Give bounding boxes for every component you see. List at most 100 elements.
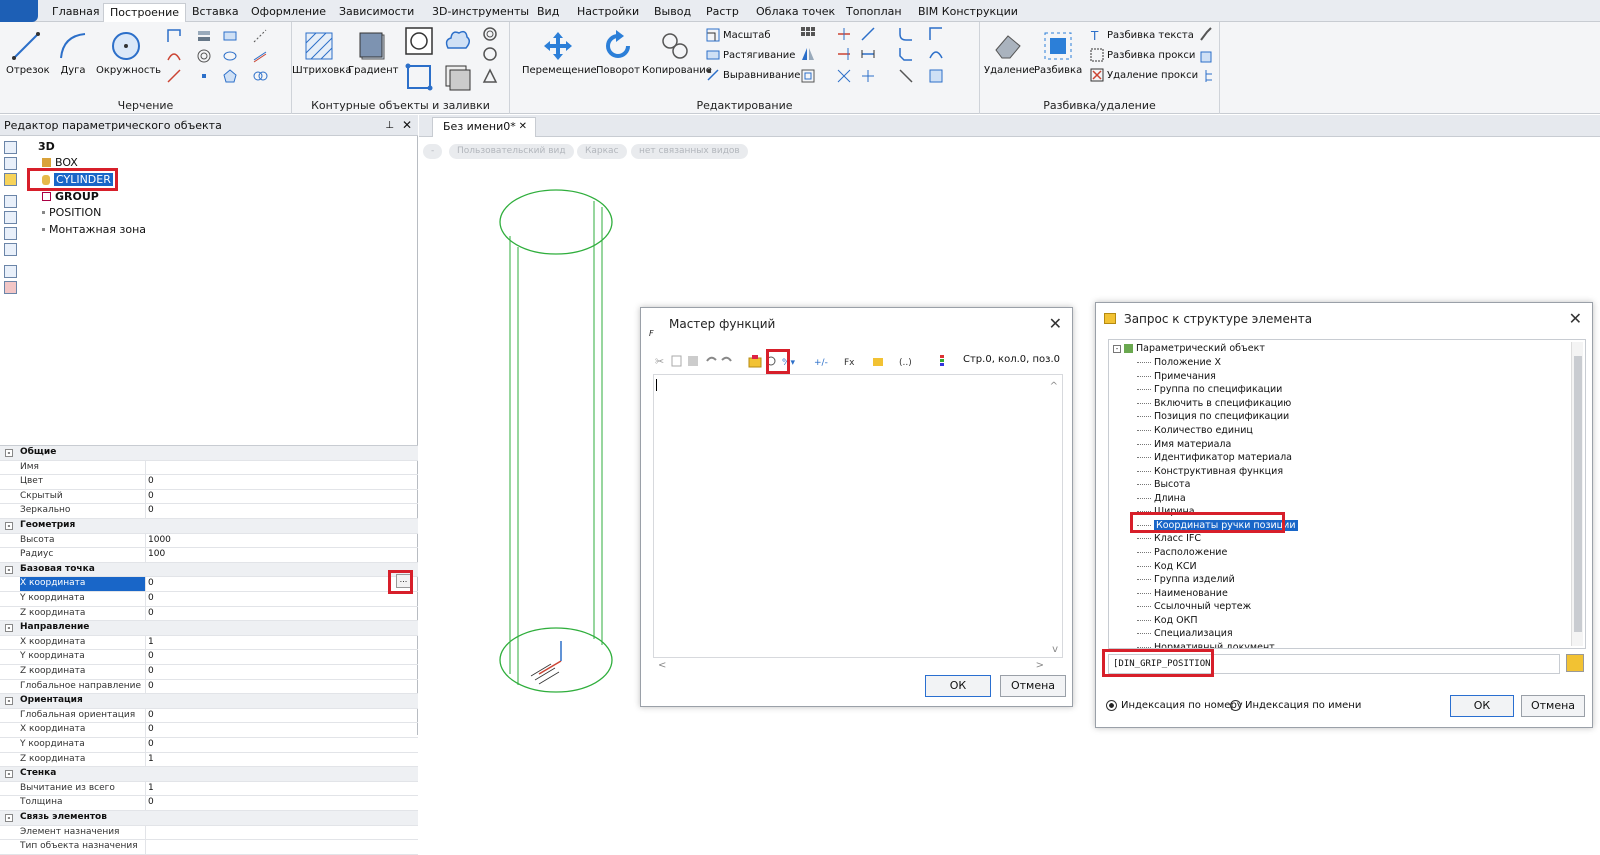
scale-button[interactable]: Масштаб: [706, 28, 771, 42]
structure-tree-item[interactable]: Код КСИ: [1137, 559, 1197, 573]
ray-icon[interactable]: [166, 68, 182, 84]
ellipse-icon[interactable]: [222, 48, 238, 64]
property-row[interactable]: Глобальное направление 0: [0, 679, 418, 695]
edit-polyline-icon[interactable]: [928, 26, 944, 42]
structure-tree-item[interactable]: Имя материала: [1137, 437, 1231, 451]
property-row[interactable]: Имя: [0, 460, 418, 476]
property-row[interactable]: Z координата 0: [0, 606, 418, 622]
tab-raster[interactable]: Растр: [700, 3, 745, 22]
scroll-up-icon[interactable]: ^: [1050, 381, 1058, 392]
property-value[interactable]: 100: [148, 548, 410, 562]
line-button[interactable]: Отрезок: [6, 30, 50, 76]
object-menu-icon[interactable]: [871, 353, 887, 369]
structure-tree-item[interactable]: Координаты ручки позиции: [1137, 519, 1298, 533]
structure-tree-item[interactable]: Класс IFC: [1137, 532, 1201, 546]
property-value[interactable]: 0: [148, 577, 410, 591]
cloud-icon[interactable]: [442, 26, 472, 56]
tree-root[interactable]: - Параметрический объект: [1113, 342, 1265, 356]
cut-icon[interactable]: ✂: [653, 353, 669, 369]
purge-icon[interactable]: [1198, 48, 1214, 64]
mirror-icon[interactable]: [800, 46, 816, 62]
property-value[interactable]: 1: [148, 782, 410, 796]
delete-button[interactable]: Удаление: [984, 30, 1035, 76]
tab-view[interactable]: Вид: [531, 3, 565, 22]
property-value[interactable]: 0: [148, 504, 410, 518]
tree-item-mounting-zone[interactable]: Монтажная зона: [42, 223, 146, 236]
bracket-menu-icon[interactable]: (..): [899, 353, 915, 369]
polyline-icon[interactable]: [166, 28, 182, 44]
distribute-icon[interactable]: [860, 68, 876, 84]
structure-tree-item[interactable]: Высота: [1137, 478, 1190, 492]
dimension-y-icon[interactable]: [4, 211, 17, 224]
trim-icon[interactable]: [836, 26, 852, 42]
property-row[interactable]: Тип объекта назначения: [0, 840, 418, 855]
property-value[interactable]: 0: [148, 490, 410, 504]
close-icon[interactable]: ✕: [1049, 314, 1062, 333]
tab-output[interactable]: Вывод: [648, 3, 697, 22]
view-pill-wireframe[interactable]: Каркас: [577, 144, 627, 159]
scroll-down-icon[interactable]: v: [1052, 644, 1058, 655]
property-value[interactable]: [148, 840, 410, 854]
operator-icon[interactable]: +/-: [813, 353, 829, 369]
property-category[interactable]: - Ориентация: [0, 694, 418, 709]
ring-icon[interactable]: [482, 26, 498, 42]
explode-text-button[interactable]: T Разбивка текста: [1090, 28, 1194, 42]
property-row[interactable]: Y координата 0: [0, 592, 418, 607]
structure-tree-item[interactable]: Специализация: [1137, 627, 1233, 641]
delete-proxy-button[interactable]: Удаление прокси: [1090, 68, 1198, 82]
property-row[interactable]: Цвет 0: [0, 475, 418, 490]
property-row[interactable]: X координата 0: [0, 723, 418, 738]
structure-tree-item[interactable]: Длина: [1137, 492, 1186, 506]
view-pill-linked-views[interactable]: нет связанных видов: [631, 144, 748, 159]
tab-format[interactable]: Оформление: [245, 3, 332, 22]
property-value[interactable]: [148, 461, 410, 475]
property-row[interactable]: Элемент назначения: [0, 825, 418, 841]
property-category[interactable]: - Стенка: [0, 767, 418, 782]
extend-icon[interactable]: [836, 46, 852, 62]
structure-tree-item[interactable]: Ширина: [1137, 505, 1195, 519]
collapse-icon[interactable]: -: [5, 814, 13, 822]
collapse-icon[interactable]: -: [5, 522, 13, 530]
structure-tree-item[interactable]: Код ОКП: [1137, 613, 1198, 627]
property-row[interactable]: Y координата 0: [0, 738, 418, 753]
property-value[interactable]: [148, 826, 410, 840]
tree-explode-icon[interactable]: [1198, 68, 1214, 84]
lengthen-icon[interactable]: [860, 46, 876, 62]
tree-item-cylinder[interactable]: CYLINDER: [42, 173, 113, 186]
structure-tree-item[interactable]: Примечания: [1137, 370, 1216, 384]
tool-icon[interactable]: [763, 353, 779, 369]
structure-tree-item[interactable]: Позиция по спецификации: [1137, 410, 1289, 424]
explode-button[interactable]: Разбивка: [1034, 30, 1082, 76]
copy-text-icon[interactable]: [669, 353, 685, 369]
property-row[interactable]: Y координата 0: [0, 650, 418, 665]
structure-query-icon[interactable]: [747, 353, 763, 369]
tab-build[interactable]: Построение: [103, 3, 187, 22]
join-icon[interactable]: [860, 26, 876, 42]
undo-icon[interactable]: [703, 353, 719, 369]
array-icon[interactable]: [800, 26, 816, 42]
polygon-icon[interactable]: [222, 68, 238, 84]
edit-spline-icon[interactable]: [928, 46, 944, 62]
property-row[interactable]: Зеркально 0: [0, 504, 418, 519]
cancel-button[interactable]: Отмена: [1521, 695, 1585, 717]
close-icon[interactable]: ✕: [402, 115, 412, 136]
tree-root-3d[interactable]: 3D: [38, 140, 55, 153]
link-icon[interactable]: [4, 281, 17, 294]
property-row[interactable]: Скрытый 0: [0, 489, 418, 505]
chamfer-icon[interactable]: [898, 46, 914, 62]
circle-small-icon[interactable]: [482, 46, 498, 62]
property-category[interactable]: - Базовая точка: [0, 562, 418, 578]
rotate-button[interactable]: Поворот: [596, 30, 640, 76]
tab-topoplan[interactable]: Топоплан: [840, 3, 908, 22]
cancel-button[interactable]: Отмена: [1000, 675, 1066, 697]
document-tab[interactable]: Без имени0* ✕: [432, 117, 536, 137]
tree-item-group[interactable]: GROUP: [42, 190, 99, 203]
property-row[interactable]: Z координата 0: [0, 665, 418, 680]
arc-button[interactable]: Дуга: [56, 30, 90, 76]
tab-settings[interactable]: Настройки: [571, 3, 645, 22]
triangle-icon[interactable]: [482, 68, 498, 84]
tab-point-clouds[interactable]: Облака точек: [750, 3, 841, 22]
spiral-icon[interactable]: [196, 48, 212, 64]
expression-field[interactable]: [DIN_GRIP_POSITION]: [1108, 654, 1560, 674]
property-value[interactable]: 0: [148, 796, 410, 810]
